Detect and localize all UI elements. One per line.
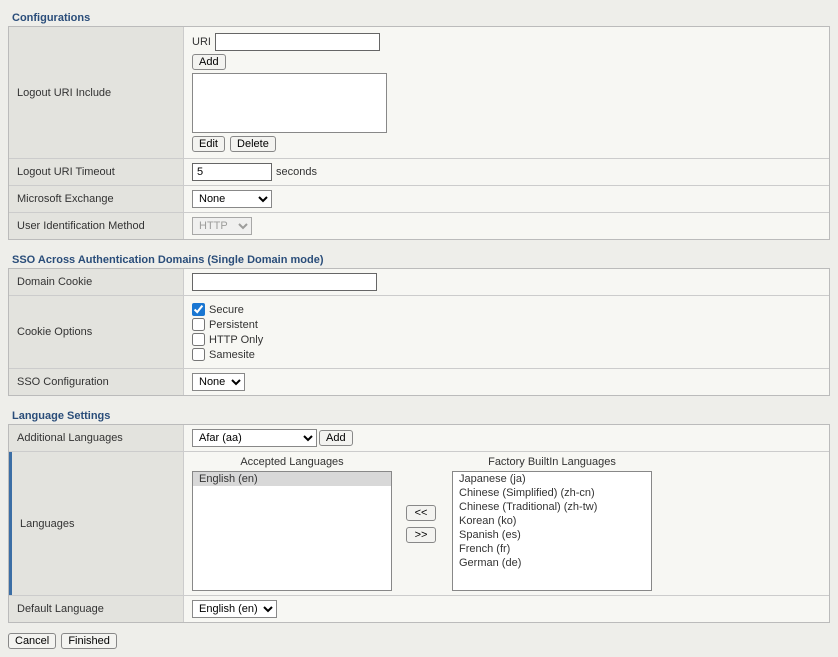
default-language-select[interactable]: English (en) [192,600,277,618]
finished-button[interactable]: Finished [61,633,117,649]
sso-configuration-select[interactable]: None [192,373,245,391]
secure-label: Secure [209,304,244,316]
seconds-label: seconds [276,166,317,178]
list-item[interactable]: Spanish (es) [453,528,651,542]
additional-languages-label: Additional Languages [9,425,184,451]
accepted-languages-header: Accepted Languages [240,456,343,468]
samesite-label: Samesite [209,349,255,361]
default-language-label: Default Language [9,596,184,622]
http-only-label: HTTP Only [209,334,263,346]
configurations-title: Configurations [8,8,830,26]
list-item[interactable]: French (fr) [453,542,651,556]
logout-uri-include-label: Logout URI Include [9,27,184,158]
move-left-button[interactable]: << [406,505,436,521]
uri-label: URI [192,36,211,48]
persistent-checkbox[interactable] [192,318,205,331]
microsoft-exchange-select[interactable]: None [192,190,272,208]
languages-label: Languages [12,452,184,595]
list-item[interactable]: Korean (ko) [453,514,651,528]
cookie-options-label: Cookie Options [9,296,184,368]
sso-title: SSO Across Authentication Domains (Singl… [8,250,830,268]
samesite-checkbox[interactable] [192,348,205,361]
language-settings-box: Additional Languages Afar (aa) Add Langu… [8,424,830,623]
sso-box: Domain Cookie Cookie Options Secure Pers… [8,268,830,396]
user-identification-method-select: HTTP [192,217,252,235]
cancel-button[interactable]: Cancel [8,633,56,649]
factory-languages-header: Factory BuiltIn Languages [488,456,616,468]
list-item[interactable]: English (en) [193,472,391,486]
uri-input[interactable] [215,33,380,51]
add-language-button[interactable]: Add [319,430,353,446]
user-identification-method-label: User Identification Method [9,213,184,239]
microsoft-exchange-label: Microsoft Exchange [9,186,184,212]
domain-cookie-label: Domain Cookie [9,269,184,295]
list-item[interactable]: German (de) [453,556,651,570]
additional-languages-select[interactable]: Afar (aa) [192,429,317,447]
uri-listbox[interactable] [192,73,387,133]
sso-configuration-label: SSO Configuration [9,369,184,395]
list-item[interactable]: Chinese (Simplified) (zh-cn) [453,486,651,500]
http-only-checkbox[interactable] [192,333,205,346]
domain-cookie-input[interactable] [192,273,377,291]
delete-uri-button[interactable]: Delete [230,136,276,152]
edit-uri-button[interactable]: Edit [192,136,225,152]
persistent-label: Persistent [209,319,258,331]
list-item[interactable]: Chinese (Traditional) (zh-tw) [453,500,651,514]
add-uri-button[interactable]: Add [192,54,226,70]
language-settings-title: Language Settings [8,406,830,424]
accepted-languages-list[interactable]: English (en) [192,471,392,591]
list-item[interactable]: Japanese (ja) [453,472,651,486]
move-right-button[interactable]: >> [406,527,436,543]
logout-uri-timeout-input[interactable] [192,163,272,181]
configurations-box: Logout URI Include URI Add Edit Delete L… [8,26,830,240]
secure-checkbox[interactable] [192,303,205,316]
factory-languages-list[interactable]: Japanese (ja)Chinese (Simplified) (zh-cn… [452,471,652,591]
logout-uri-timeout-label: Logout URI Timeout [9,159,184,185]
